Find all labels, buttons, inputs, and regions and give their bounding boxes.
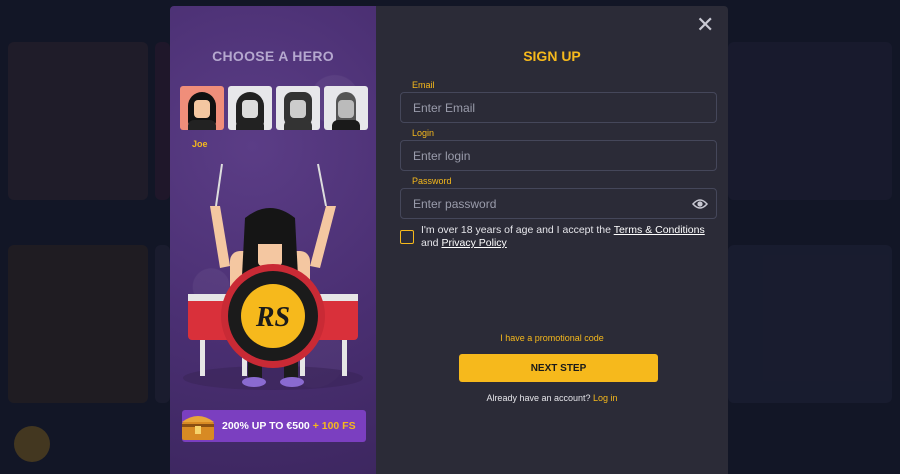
bonus-extra-text: + 100 FS <box>312 420 356 432</box>
terms-agreement: I'm over 18 years of age and I accept th… <box>400 224 720 250</box>
terms-and-word: and <box>421 237 439 249</box>
signup-form-panel: ✕ SIGN UP Email Login Password <box>376 6 728 474</box>
next-step-button[interactable]: NEXT STEP <box>459 354 658 382</box>
login-field: Login <box>400 128 717 171</box>
signup-modal: CHOOSE A HERO Joe RS 200% UP TO €500 + 1… <box>170 6 728 474</box>
email-input[interactable] <box>401 93 716 122</box>
terms-text: I'm over 18 years of age and I accept th… <box>421 224 720 250</box>
hero-option-2[interactable] <box>228 86 272 130</box>
selected-hero-name: Joe <box>192 139 208 149</box>
hero-face <box>290 100 306 118</box>
close-icon[interactable]: ✕ <box>696 14 714 36</box>
login-link[interactable]: Log in <box>593 393 618 403</box>
password-input-box <box>400 188 717 219</box>
password-label: Password <box>412 176 452 186</box>
email-field: Email <box>400 80 717 123</box>
hero-panel: CHOOSE A HERO Joe RS 200% UP TO €500 + 1… <box>170 6 376 474</box>
terms-checkbox[interactable] <box>400 230 414 244</box>
terms-conditions-link[interactable]: Terms & Conditions <box>614 224 705 236</box>
login-label: Login <box>412 128 435 138</box>
terms-statement: I'm over 18 years of age and I accept th… <box>421 224 611 236</box>
hero-selector <box>180 86 368 130</box>
hero-face <box>242 100 258 118</box>
hero-body <box>236 120 264 130</box>
password-input[interactable] <box>401 189 716 218</box>
hero-body <box>284 120 312 130</box>
login-input[interactable] <box>401 141 716 170</box>
show-password-eye-icon[interactable] <box>692 197 708 211</box>
choose-hero-title: CHOOSE A HERO <box>212 48 334 64</box>
hero-body <box>332 120 360 130</box>
signup-title: SIGN UP <box>523 48 581 64</box>
drummer-illustration: RS <box>183 163 363 390</box>
hero-body <box>188 120 216 130</box>
email-label: Email <box>412 80 435 90</box>
privacy-policy-link[interactable]: Privacy Policy <box>441 237 506 249</box>
hero-option-4[interactable] <box>324 86 368 130</box>
hero-option-joe[interactable] <box>180 86 224 130</box>
hero-option-3[interactable] <box>276 86 320 130</box>
promo-code-link[interactable]: I have a promotional code <box>376 333 728 343</box>
login-input-box <box>400 140 717 171</box>
hero-face <box>338 100 354 118</box>
welcome-bonus-banner[interactable]: 200% UP TO €500 + 100 FS <box>182 410 366 442</box>
email-input-box <box>400 92 717 123</box>
hero-face <box>194 100 210 118</box>
have-account-row: Already have an account? Log in <box>376 393 728 403</box>
bonus-main-text: 200% UP TO €500 <box>222 420 310 432</box>
have-account-text: Already have an account? <box>486 393 591 403</box>
svg-text:RS: RS <box>255 302 290 333</box>
treasure-chest-icon <box>182 416 214 440</box>
bonus-text: 200% UP TO €500 + 100 FS <box>222 420 356 432</box>
password-field: Password <box>400 176 717 219</box>
